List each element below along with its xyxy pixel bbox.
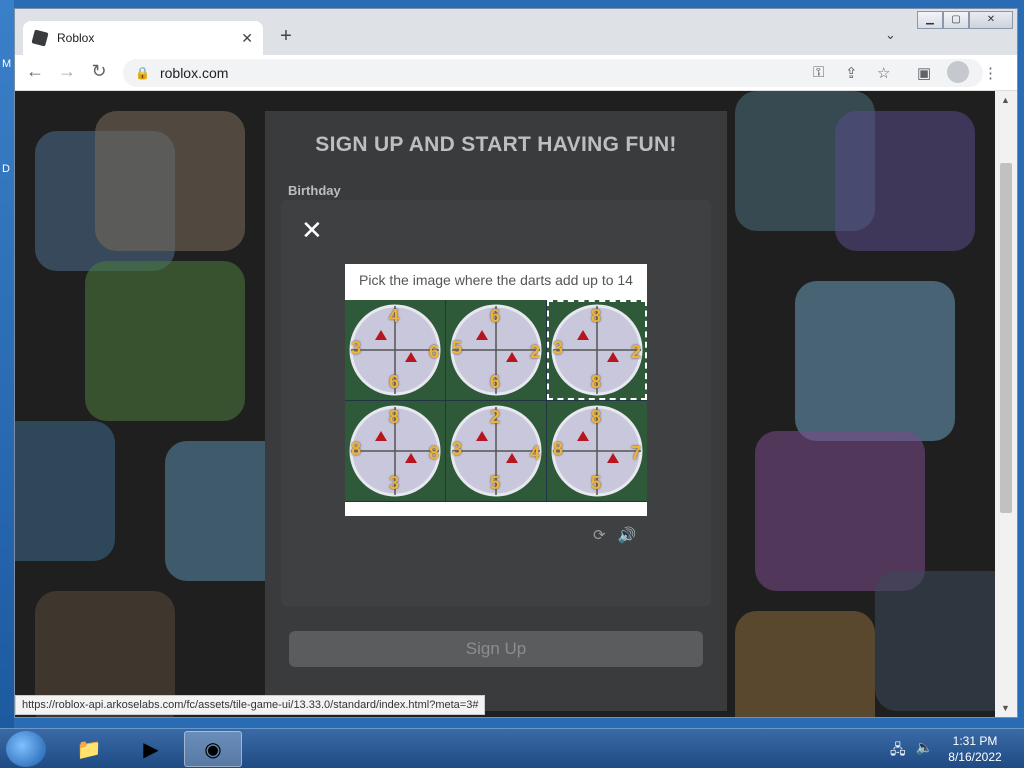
captcha-grid: 436665268328888323458875 <box>345 300 647 502</box>
page-content: SIGN UP AND START HAVING FUN! Birthday S… <box>15 91 995 717</box>
tab-strip: Roblox ✕ + ⌄ ▁ ▢ ✕ <box>15 9 1017 55</box>
back-icon[interactable]: ← <box>23 61 47 82</box>
tab-search-chevron-icon[interactable]: ⌄ <box>885 27 896 43</box>
side-panel-icon[interactable]: ▣ <box>917 64 931 82</box>
close-window-button[interactable]: ✕ <box>969 11 1013 29</box>
scroll-down-icon[interactable]: ▼ <box>1001 703 1010 713</box>
dart-number: 6 <box>389 372 400 392</box>
dart-number: 8 <box>429 443 440 463</box>
scroll-thumb[interactable] <box>1000 163 1012 513</box>
reload-icon[interactable]: ⟳ <box>593 526 606 544</box>
captcha-controls: ⟳ 🔊 <box>593 526 636 544</box>
background-game-tile <box>85 261 245 421</box>
dart-number: 4 <box>530 443 541 463</box>
share-icon[interactable]: ⇪ <box>845 64 858 82</box>
dart-number: 2 <box>631 342 642 362</box>
window-controls: ▁ ▢ ✕ <box>917 11 1013 29</box>
background-game-tile <box>15 421 115 561</box>
file-explorer-icon[interactable]: 📁 <box>60 731 118 767</box>
bookmark-star-icon[interactable]: ☆ <box>877 64 890 82</box>
tab-title: Roblox <box>57 31 95 45</box>
vertical-scrollbar[interactable]: ▲ ▼ <box>995 91 1017 717</box>
minimize-button[interactable]: ▁ <box>917 11 943 29</box>
background-game-tile <box>95 111 245 251</box>
tab-roblox[interactable]: Roblox ✕ <box>23 21 263 55</box>
media-player-icon[interactable]: ▶ <box>122 731 180 767</box>
dart-number: 5 <box>591 473 602 493</box>
scroll-up-icon[interactable]: ▲ <box>1001 95 1010 105</box>
status-bar-url: https://roblox-api.arkoselabs.com/fc/ass… <box>15 695 486 715</box>
background-game-tile <box>795 281 955 441</box>
background-game-tile <box>755 431 925 591</box>
birthday-label: Birthday <box>288 183 341 198</box>
captcha-tile[interactable]: 6 5 2 6 <box>446 300 546 400</box>
audio-icon[interactable]: 🔊 <box>618 526 637 544</box>
background-game-tile <box>835 111 975 251</box>
desktop-icon-label: M <box>2 58 12 70</box>
captcha-frame: Pick the image where the darts add up to… <box>345 264 647 516</box>
volume-icon[interactable]: 🔈 <box>916 739 933 763</box>
url-text: roblox.com <box>159 65 229 81</box>
background-game-tile <box>735 611 875 717</box>
tab-close-icon[interactable]: ✕ <box>241 30 253 47</box>
taskbar: 📁 ▶ ◉ 🖧 🔈 1:31 PM 8/16/2022 <box>0 728 1024 768</box>
captcha-modal: ✕ Pick the image where the darts add up … <box>281 200 711 606</box>
dart-number: 8 <box>389 407 400 427</box>
sign-up-button[interactable]: Sign Up <box>289 631 703 667</box>
dart-number: 8 <box>351 439 362 459</box>
network-icon[interactable]: 🖧 <box>890 739 906 763</box>
dart-number: 3 <box>389 473 400 493</box>
dart-number: 3 <box>553 338 564 358</box>
start-button[interactable] <box>6 731 46 767</box>
dart-number: 7 <box>631 443 642 463</box>
maximize-button[interactable]: ▢ <box>943 11 969 29</box>
dart-number: 8 <box>591 372 602 392</box>
forward-icon[interactable]: → <box>55 61 79 82</box>
browser-window: Roblox ✕ + ⌄ ▁ ▢ ✕ ← → ↻ 🔒 roblox.com ⚿ … <box>14 8 1018 718</box>
system-tray: 🖧 🔈 <box>890 739 933 763</box>
dart-number: 6 <box>490 372 501 392</box>
dart-number: 2 <box>530 342 541 362</box>
captcha-tile[interactable]: 4 3 6 6 <box>345 300 445 400</box>
page-title: SIGN UP AND START HAVING FUN! <box>315 133 677 156</box>
menu-kebab-icon[interactable]: ⋮ <box>983 64 998 82</box>
lock-icon: 🔒 <box>135 66 150 80</box>
dart-number: 3 <box>351 338 362 358</box>
desktop-edge: M D <box>0 0 14 728</box>
dart-number: 8 <box>591 407 602 427</box>
desktop-icon-label: D <box>2 163 10 175</box>
dart-number: 2 <box>490 407 501 427</box>
dart-number: 8 <box>553 439 564 459</box>
captcha-prompt: Pick the image where the darts add up to… <box>359 272 633 288</box>
roblox-favicon-icon <box>31 29 49 47</box>
close-icon[interactable]: ✕ <box>301 216 323 244</box>
dart-number: 6 <box>490 306 501 326</box>
background-game-tile <box>875 571 995 711</box>
dart-number: 8 <box>591 306 602 326</box>
dart-number: 4 <box>389 306 400 326</box>
profile-avatar[interactable] <box>947 61 969 83</box>
dart-number: 5 <box>452 338 463 358</box>
clock-time: 1:31 PM <box>952 734 998 748</box>
captcha-tile[interactable]: 2 3 4 5 <box>446 401 546 501</box>
clock[interactable]: 1:31 PM 8/16/2022 <box>940 733 1010 765</box>
chrome-taskbar-icon[interactable]: ◉ <box>184 731 242 767</box>
key-icon[interactable]: ⚿ <box>813 64 824 81</box>
browser-toolbar: ← → ↻ 🔒 roblox.com ⚿ ⇪ ☆ ▣ ⋮ <box>15 55 1017 91</box>
reload-icon[interactable]: ↻ <box>87 61 111 82</box>
new-tab-button[interactable]: + <box>273 25 299 48</box>
captcha-tile[interactable]: 8 3 2 8 <box>547 300 647 400</box>
captcha-tile[interactable]: 8 8 8 3 <box>345 401 445 501</box>
dart-number: 6 <box>429 342 440 362</box>
dart-number: 5 <box>490 473 501 493</box>
captcha-tile[interactable]: 8 8 7 5 <box>547 401 647 501</box>
dart-number: 3 <box>452 439 463 459</box>
clock-date: 8/16/2022 <box>948 750 1002 764</box>
